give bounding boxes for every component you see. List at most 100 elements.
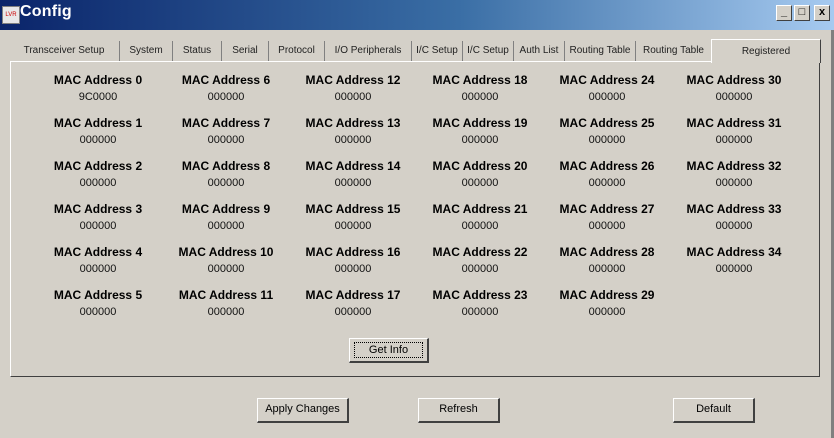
mac-value: 000000 xyxy=(79,306,117,318)
mac-label: MAC Address 26 xyxy=(559,159,655,173)
mac-address-20: MAC Address 20 000000 xyxy=(417,158,543,192)
mac-label: MAC Address 19 xyxy=(432,116,528,130)
tab-ic-setup-2[interactable]: I/C Setup xyxy=(462,41,513,61)
mac-label: MAC Address 4 xyxy=(53,245,143,259)
mac-value: 000000 xyxy=(715,177,753,189)
tab-routing-table-2[interactable]: Routing Table xyxy=(635,41,711,61)
refresh-button[interactable]: Refresh xyxy=(418,398,500,423)
mac-value: 000000 xyxy=(207,91,245,103)
mac-label: MAC Address 0 xyxy=(53,73,143,87)
close-button[interactable]: x xyxy=(814,5,830,21)
mac-value: 000000 xyxy=(588,91,626,103)
mac-label: MAC Address 3 xyxy=(53,202,143,216)
tab-protocol[interactable]: Protocol xyxy=(268,41,324,61)
mac-value: 000000 xyxy=(207,177,245,189)
mac-value: 000000 xyxy=(461,220,499,232)
tab-system[interactable]: System xyxy=(119,41,172,61)
mac-value: 000000 xyxy=(461,306,499,318)
mac-value: 000000 xyxy=(334,263,372,275)
mac-label: MAC Address 6 xyxy=(181,73,271,87)
mac-value: 000000 xyxy=(207,220,245,232)
mac-label: MAC Address 22 xyxy=(432,245,528,259)
mac-label: MAC Address 21 xyxy=(432,202,528,216)
mac-value: 000000 xyxy=(461,263,499,275)
mac-value: 000000 xyxy=(334,91,372,103)
mac-address-33: MAC Address 33 000000 xyxy=(671,201,797,235)
mac-value: 000000 xyxy=(588,306,626,318)
mac-address-3: MAC Address 3 000000 xyxy=(35,201,161,235)
mac-value: 000000 xyxy=(715,134,753,146)
mac-address-30: MAC Address 30 000000 xyxy=(671,72,797,106)
mac-value: 000000 xyxy=(79,177,117,189)
mac-label: MAC Address 17 xyxy=(305,288,401,302)
default-button[interactable]: Default xyxy=(673,398,755,423)
mac-label: MAC Address 10 xyxy=(178,245,274,259)
window-title: Config xyxy=(20,3,72,20)
mac-value: 000000 xyxy=(334,134,372,146)
mac-address-16: MAC Address 16 000000 xyxy=(290,244,416,278)
mac-address-25: MAC Address 25 000000 xyxy=(544,115,670,149)
mac-address-12: MAC Address 12 000000 xyxy=(290,72,416,106)
mac-address-8: MAC Address 8 000000 xyxy=(163,158,289,192)
mac-value: 000000 xyxy=(715,220,753,232)
mac-address-26: MAC Address 26 000000 xyxy=(544,158,670,192)
mac-value: 000000 xyxy=(207,134,245,146)
mac-label: MAC Address 15 xyxy=(305,202,401,216)
mac-label: MAC Address 14 xyxy=(305,159,401,173)
mac-address-15: MAC Address 15 000000 xyxy=(290,201,416,235)
mac-address-23: MAC Address 23 000000 xyxy=(417,287,543,321)
apply-changes-button[interactable]: Apply Changes xyxy=(257,398,349,423)
mac-label: MAC Address 27 xyxy=(559,202,655,216)
mac-address-17: MAC Address 17 000000 xyxy=(290,287,416,321)
mac-value: 000000 xyxy=(461,134,499,146)
mac-label: MAC Address 31 xyxy=(686,116,782,130)
mac-value: 000000 xyxy=(79,134,117,146)
mac-label: MAC Address 23 xyxy=(432,288,528,302)
title-bar: LVR Config _ □ x xyxy=(0,0,834,30)
tab-registered[interactable]: Registered xyxy=(711,39,821,63)
mac-label: MAC Address 8 xyxy=(181,159,271,173)
tab-transceiver-setup[interactable]: Transceiver Setup xyxy=(10,41,118,61)
mac-value: 000000 xyxy=(715,91,753,103)
app-icon: LVR xyxy=(2,6,20,24)
mac-value: 000000 xyxy=(207,306,245,318)
mac-address-11: MAC Address 11 000000 xyxy=(163,287,289,321)
mac-address-22: MAC Address 22 000000 xyxy=(417,244,543,278)
mac-address-13: MAC Address 13 000000 xyxy=(290,115,416,149)
tab-routing-table-1[interactable]: Routing Table xyxy=(564,41,635,61)
mac-label: MAC Address 13 xyxy=(305,116,401,130)
mac-label: MAC Address 5 xyxy=(53,288,143,302)
mac-label: MAC Address 28 xyxy=(559,245,655,259)
mac-address-28: MAC Address 28 000000 xyxy=(544,244,670,278)
mac-label: MAC Address 25 xyxy=(559,116,655,130)
maximize-button[interactable]: □ xyxy=(794,5,810,21)
mac-value: 000000 xyxy=(588,134,626,146)
mac-value: 000000 xyxy=(588,263,626,275)
mac-label: MAC Address 30 xyxy=(686,73,782,87)
minimize-button[interactable]: _ xyxy=(776,5,792,21)
mac-value: 000000 xyxy=(715,263,753,275)
mac-address-29: MAC Address 29 000000 xyxy=(544,287,670,321)
mac-address-10: MAC Address 10 000000 xyxy=(163,244,289,278)
mac-label: MAC Address 7 xyxy=(181,116,271,130)
tab-status[interactable]: Status xyxy=(172,41,221,61)
mac-address-1: MAC Address 1 000000 xyxy=(35,115,161,149)
mac-address-24: MAC Address 24 000000 xyxy=(544,72,670,106)
tab-io-peripherals[interactable]: I/O Peripherals xyxy=(324,41,411,61)
mac-label: MAC Address 24 xyxy=(559,73,655,87)
mac-address-9: MAC Address 9 000000 xyxy=(163,201,289,235)
tab-strip: Transceiver Setup System Status Serial P… xyxy=(10,39,822,63)
mac-address-31: MAC Address 31 000000 xyxy=(671,115,797,149)
tab-auth-list[interactable]: Auth List xyxy=(513,41,564,61)
mac-value: 000000 xyxy=(79,263,117,275)
mac-value: 9C0000 xyxy=(78,91,118,103)
mac-label: MAC Address 18 xyxy=(432,73,528,87)
mac-value: 000000 xyxy=(588,177,626,189)
mac-value: 000000 xyxy=(334,306,372,318)
tab-serial[interactable]: Serial xyxy=(221,41,268,61)
mac-address-0: MAC Address 0 9C0000 xyxy=(35,72,161,106)
mac-address-14: MAC Address 14 000000 xyxy=(290,158,416,192)
get-info-button[interactable]: Get Info xyxy=(349,338,429,363)
mac-label: MAC Address 1 xyxy=(53,116,143,130)
tab-ic-setup-1[interactable]: I/C Setup xyxy=(411,41,462,61)
